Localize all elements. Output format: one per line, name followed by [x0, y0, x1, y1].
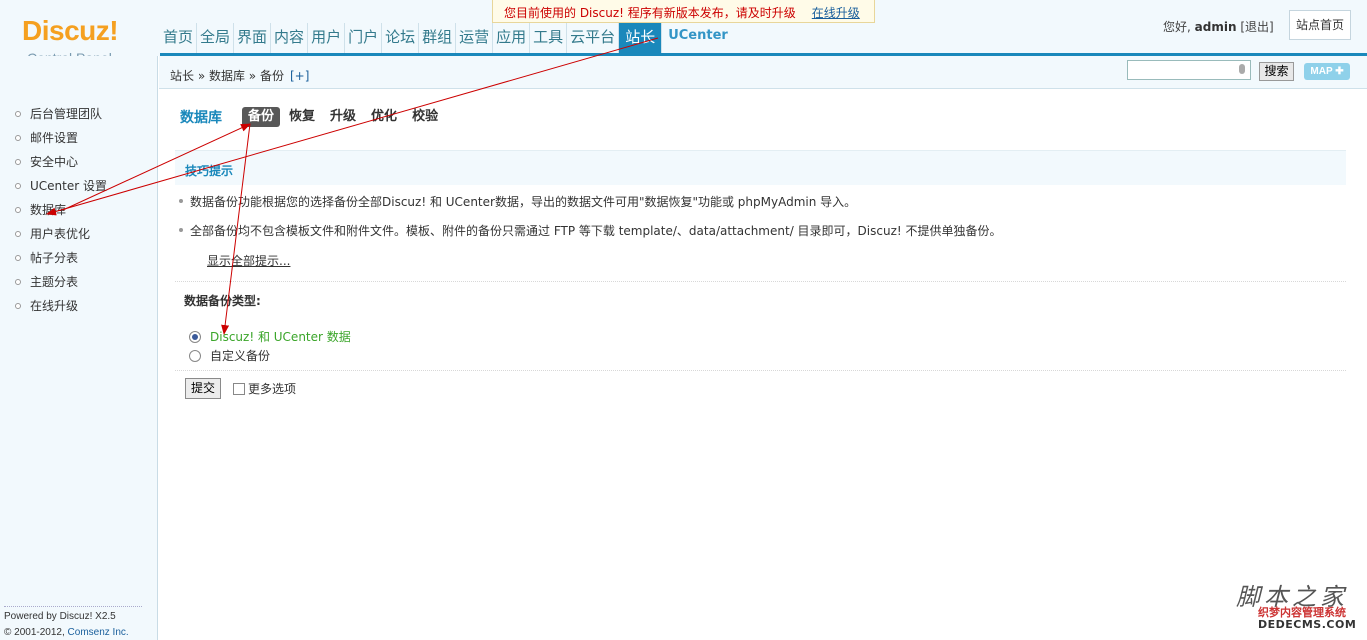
divider: [175, 370, 1346, 371]
copyright-prefix: © 2001-2012,: [4, 627, 65, 638]
sidebar-item-threadsplit[interactable]: 主题分表: [0, 270, 157, 294]
bullet-icon: [15, 111, 21, 117]
username: admin: [1194, 20, 1237, 34]
top-nav: 首页 全局 界面 内容 用户 门户 论坛 群组 运营 应用 工具 云平台 站长 …: [160, 23, 731, 53]
sidebar-item-label: UCenter 设置: [30, 179, 107, 193]
sidebar-item-label: 安全中心: [30, 155, 79, 169]
sidebar-item-database[interactable]: 数据库: [0, 198, 157, 222]
tab-check[interactable]: 校验: [406, 107, 444, 127]
radio-label: 自定义备份: [210, 349, 271, 363]
nav-style[interactable]: 界面: [234, 23, 272, 53]
sidebar-item-membersplit[interactable]: 用户表优化: [0, 222, 157, 246]
main-content: 数据库 备份 恢复 升级 优化 校验 技巧提示 数据备份功能根据您的选择备份全部…: [159, 90, 1367, 640]
bullet-icon: [15, 135, 21, 141]
tips-header: 技巧提示: [175, 150, 1346, 185]
bullet-icon: [15, 255, 21, 261]
bullet-icon: [15, 279, 21, 285]
bullet-icon: [15, 303, 21, 309]
map-button[interactable]: MAP ✚: [1304, 63, 1350, 80]
nav-content[interactable]: 内容: [271, 23, 309, 53]
bullet-icon: [15, 159, 21, 165]
nav-portal[interactable]: 门户: [345, 23, 383, 53]
tab-upgrade[interactable]: 升级: [324, 107, 362, 127]
discuz-logo[interactable]: Discuz! Control Panel: [22, 15, 119, 67]
sidebar-item-label: 在线升级: [30, 299, 79, 313]
bullet-icon: [15, 183, 21, 189]
sidebar-item-upgrade[interactable]: 在线升级: [0, 294, 157, 318]
powered-by: Powered by Discuz! X2.5: [4, 611, 116, 622]
sidebar-item-label: 用户表优化: [30, 227, 91, 241]
tab-backup[interactable]: 备份: [242, 107, 281, 127]
upgrade-notice-text: 您目前使用的 Discuz! 程序有新版本发布，请及时升级: [504, 6, 796, 20]
sidebar-menu: 后台管理团队 邮件设置 安全中心 UCenter 设置 数据库 用户表优化 帖子…: [0, 102, 157, 318]
show-all-tips-link[interactable]: 显示全部提示...: [207, 252, 290, 269]
tip-item: 全部备份均不包含模板文件和附件文件。模板、附件的备份只需通过 FTP 等下载 t…: [179, 224, 1002, 238]
tip-item: 数据备份功能根据您的选择备份全部Discuz! 和 UCenter数据，导出的数…: [178, 195, 857, 209]
tips-title: 技巧提示: [185, 164, 234, 178]
sidebar-item-admin-team[interactable]: 后台管理团队: [0, 102, 157, 126]
sidebar-item-label: 后台管理团队: [30, 107, 103, 121]
bullet-icon: [15, 231, 21, 237]
sidebar-item-security[interactable]: 安全中心: [0, 150, 157, 174]
user-info: 您好, admin [退出]: [1163, 18, 1274, 35]
sidebar-item-ucenter[interactable]: UCenter 设置: [0, 174, 157, 198]
search-input[interactable]: [1127, 60, 1251, 80]
copyright: © 2001-2012, Comsenz Inc.: [4, 625, 142, 640]
sidebar-item-mail[interactable]: 邮件设置: [0, 126, 157, 150]
sidebar-item-postsplit[interactable]: 帖子分表: [0, 246, 157, 270]
sidebar-item-label: 数据库: [30, 203, 67, 217]
site-home-button[interactable]: 站点首页: [1289, 10, 1351, 40]
breadcrumb-path: 站长 » 数据库 » 备份: [170, 69, 284, 83]
page-title: 数据库: [180, 110, 222, 126]
nav-home[interactable]: 首页: [160, 23, 198, 53]
nav-tools[interactable]: 工具: [530, 23, 568, 53]
radio-option-full[interactable]: Discuz! 和 UCenter 数据: [189, 328, 351, 345]
nav-user[interactable]: 用户: [308, 23, 346, 53]
radio-button[interactable]: [189, 349, 201, 362]
nav-cloud[interactable]: 云平台: [567, 23, 620, 53]
upgrade-notice: 您目前使用的 Discuz! 程序有新版本发布，请及时升级 在线升级: [492, 0, 875, 23]
online-upgrade-link[interactable]: 在线升级: [812, 6, 860, 20]
nav-group[interactable]: 群组: [419, 23, 457, 53]
comsenz-link[interactable]: Comsenz Inc.: [68, 627, 129, 638]
search-button[interactable]: 搜索: [1259, 62, 1294, 81]
greeting: 您好,: [1163, 20, 1191, 34]
breadcrumb-bar: 站长 » 数据库 » 备份 [+] 搜索 MAP ✚: [159, 56, 1367, 89]
watermark-bottom: DEDECMS.COM: [1258, 618, 1357, 631]
more-options[interactable]: 更多选项: [233, 380, 296, 397]
more-options-label: 更多选项: [248, 382, 297, 396]
sidebar-item-label: 邮件设置: [30, 131, 79, 145]
divider: [175, 281, 1346, 282]
tab-optimize[interactable]: 优化: [365, 107, 403, 127]
breadcrumb: 站长 » 数据库 » 备份 [+]: [170, 67, 309, 84]
logo-main-text: Discuz!: [22, 15, 119, 46]
sidebar-footer: Powered by Discuz! X2.5 © 2001-2012, Com…: [4, 606, 142, 640]
nav-founder[interactable]: 站长: [619, 23, 663, 53]
logout-link[interactable]: [退出]: [1240, 20, 1273, 34]
nav-forum[interactable]: 论坛: [382, 23, 420, 53]
tab-restore[interactable]: 恢复: [283, 107, 321, 127]
nav-global[interactable]: 全局: [197, 23, 235, 53]
sidebar-item-label: 主题分表: [30, 275, 79, 289]
backup-type-label: 数据备份类型:: [184, 294, 261, 308]
footer-divider: [4, 606, 142, 607]
radio-button-checked[interactable]: [189, 330, 201, 343]
bullet-icon: [15, 207, 21, 213]
add-shortcut-link[interactable]: [+]: [290, 69, 309, 83]
nav-operation[interactable]: 运营: [456, 23, 494, 53]
db-tabs: 数据库 备份 恢复 升级 优化 校验: [180, 107, 447, 127]
more-options-checkbox[interactable]: [233, 382, 245, 395]
sidebar-top-spacer: [0, 56, 157, 89]
radio-option-custom[interactable]: 自定义备份: [189, 347, 270, 364]
radio-label: Discuz! 和 UCenter 数据: [210, 330, 351, 344]
sidebar-item-label: 帖子分表: [30, 251, 79, 265]
left-sidebar: 后台管理团队 邮件设置 安全中心 UCenter 设置 数据库 用户表优化 帖子…: [0, 56, 158, 640]
nav-plugin[interactable]: 应用: [493, 23, 531, 53]
watermark: 脚本之家 织梦内容管理系统 DEDECMS.COM: [1236, 584, 1362, 636]
microphone-icon[interactable]: [1239, 64, 1245, 74]
submit-button[interactable]: 提交: [185, 378, 221, 399]
nav-ucenter[interactable]: UCenter: [662, 23, 731, 53]
